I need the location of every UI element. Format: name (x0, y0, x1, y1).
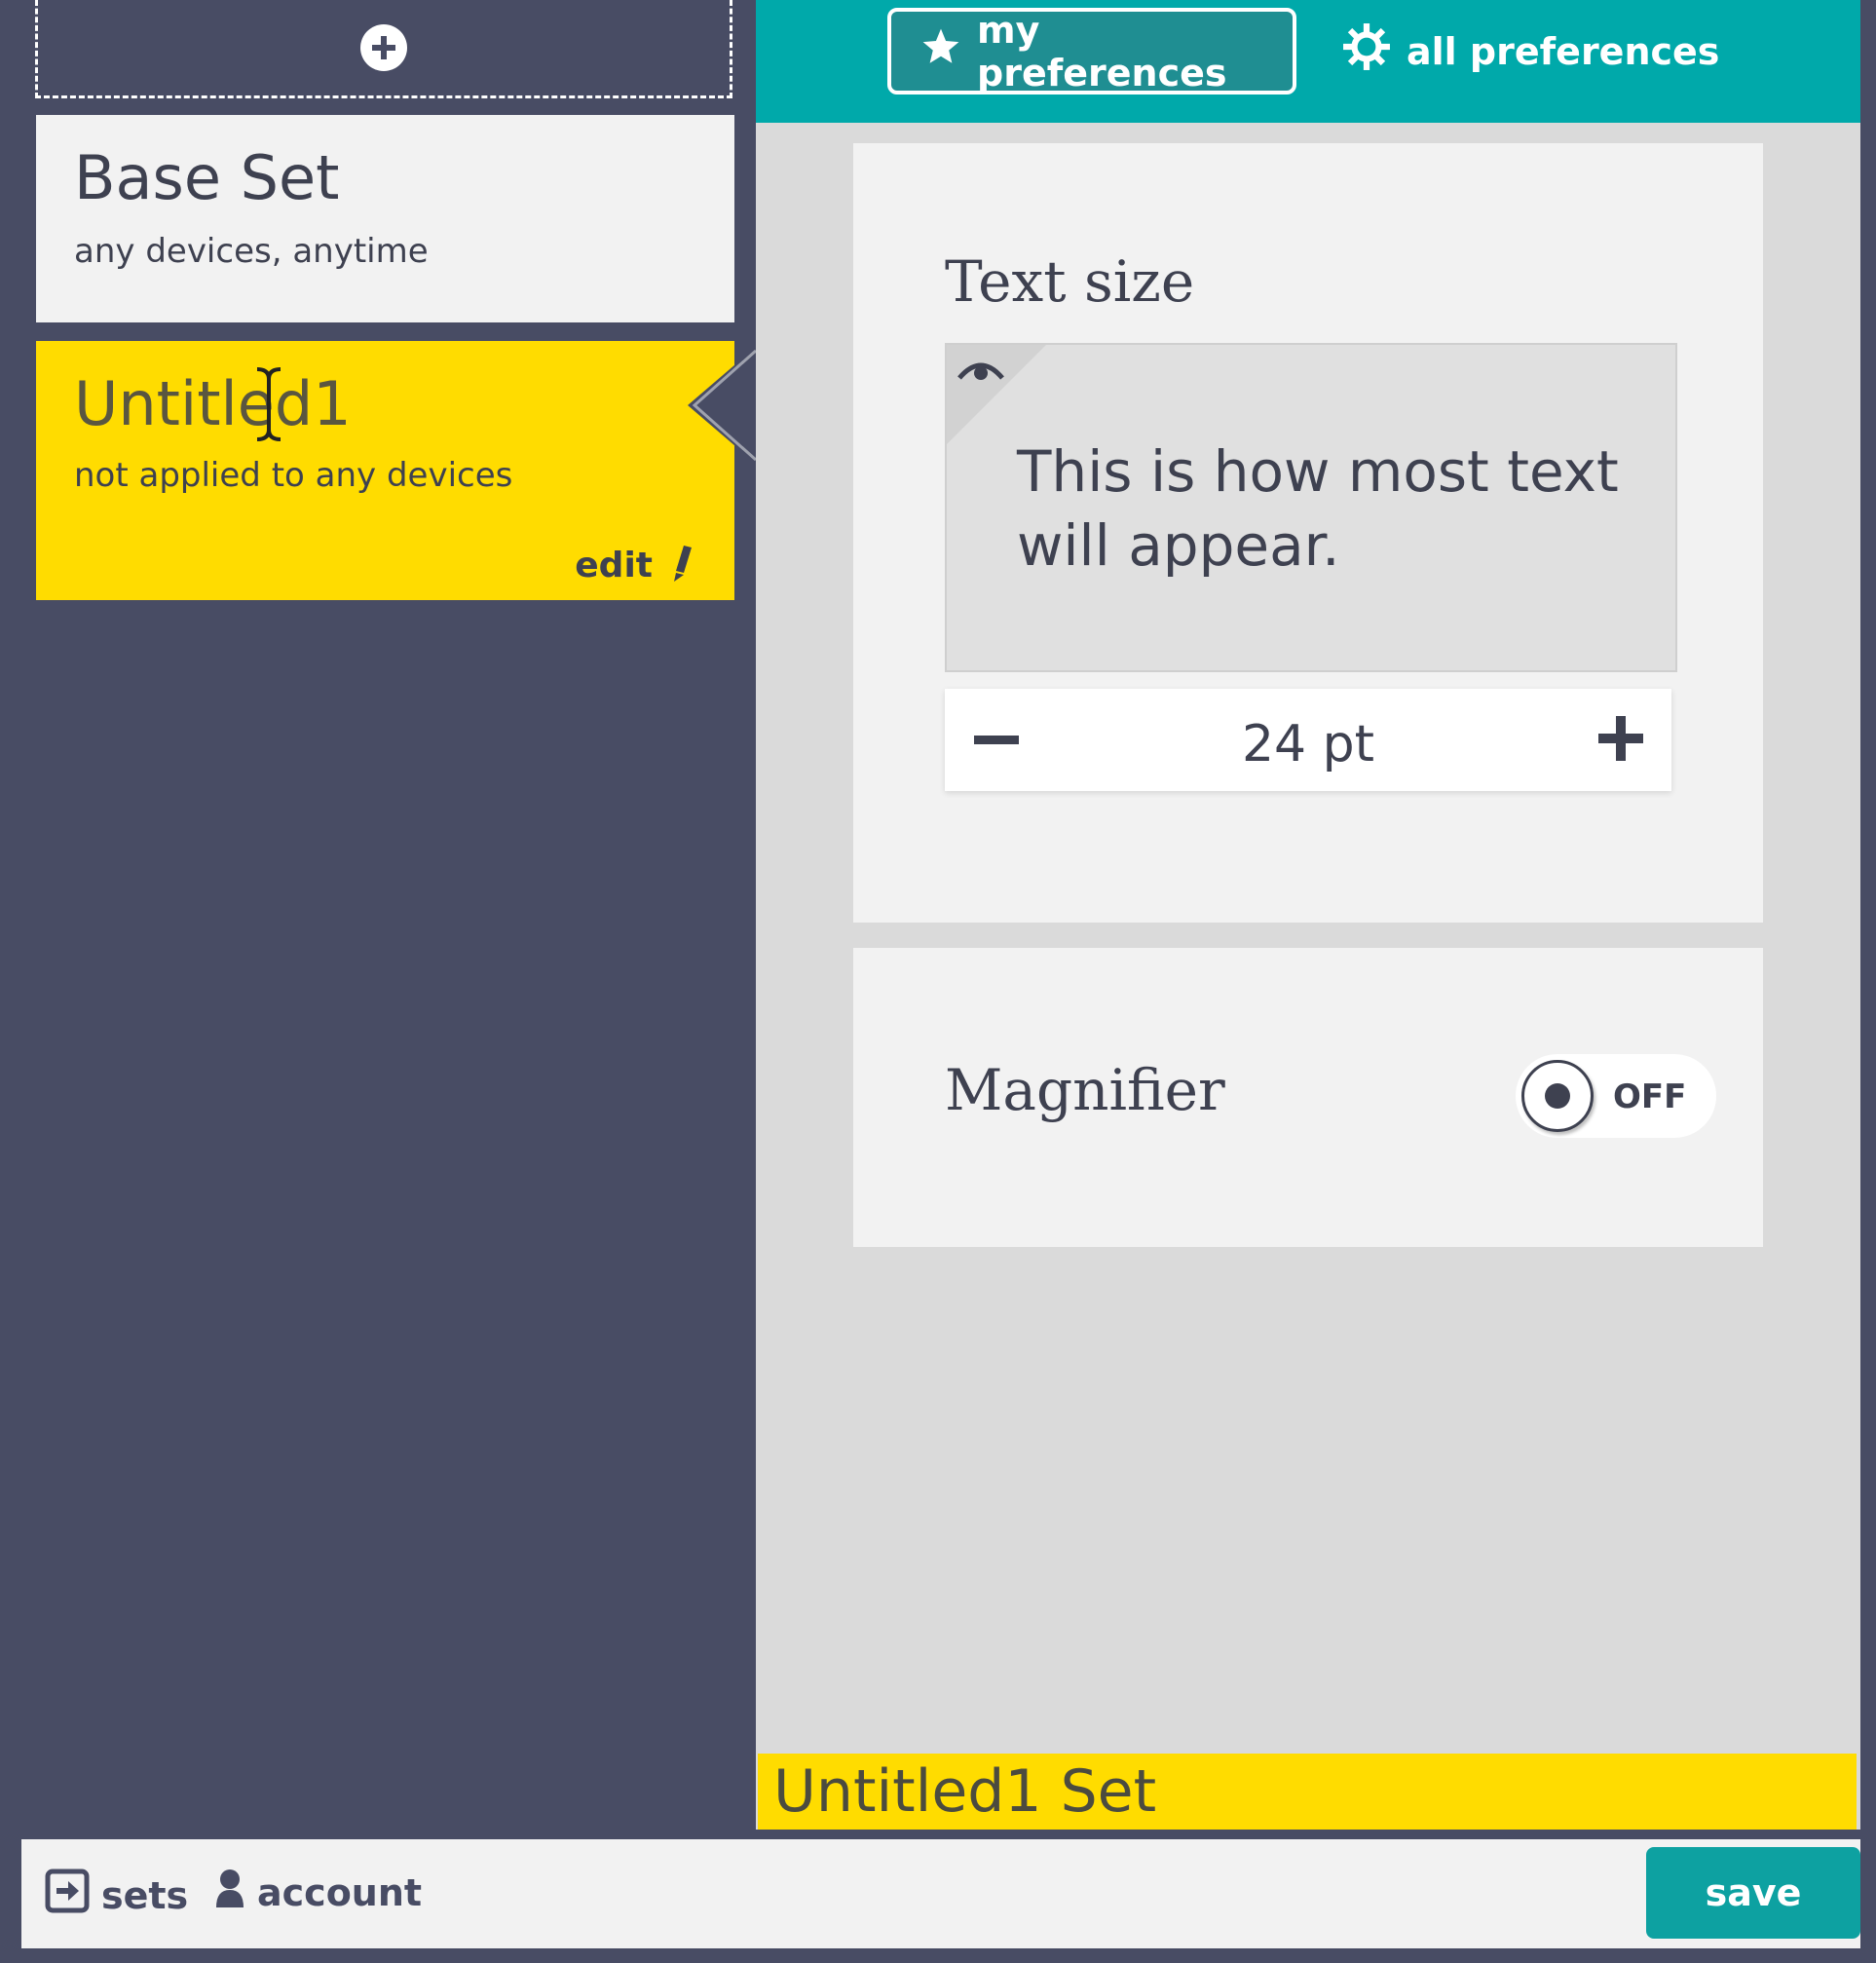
app-frame: Base Set any devices, anytime Untitled1 … (0, 0, 1876, 1963)
footer-bar: sets account save (21, 1839, 1860, 1948)
text-size-heading: Text size (945, 248, 1195, 315)
increase-button[interactable] (1569, 689, 1671, 791)
pencil-icon (670, 544, 695, 586)
sets-icon (45, 1869, 90, 1922)
text-size-stepper: 24 pt (945, 689, 1671, 791)
edit-set-link[interactable]: edit (575, 544, 695, 586)
sets-label: sets (101, 1873, 189, 1917)
magnifier-heading: Magnifier (945, 1057, 1225, 1123)
tab-label: my preferences (977, 8, 1227, 94)
selection-pointer (688, 347, 756, 464)
save-button[interactable]: save (1646, 1847, 1860, 1939)
current-set-banner: Untitled1 Set (758, 1754, 1857, 1830)
magnifier-toggle[interactable]: OFF (1516, 1054, 1716, 1138)
plus-circle-icon (360, 24, 407, 71)
set-card-untitled1[interactable]: Untitled1 not applied to any devices edi… (36, 341, 734, 600)
tab-all-preferences[interactable]: all preferences (1342, 8, 1751, 94)
preferences-tabs: my preferences all preferences (756, 0, 1860, 123)
text-size-preview: This is how most text will appear. (945, 343, 1677, 672)
gear-icon (1342, 22, 1391, 80)
magnifier-card: Magnifier OFF (853, 948, 1763, 1247)
user-icon (214, 1869, 245, 1916)
sets-link[interactable]: sets (45, 1869, 188, 1922)
account-label: account (257, 1870, 423, 1914)
text-cursor-icon (256, 367, 281, 441)
set-subtitle: any devices, anytime (74, 232, 429, 271)
eye-icon (957, 357, 1005, 390)
current-set-label: Untitled1 Set (773, 1757, 1157, 1826)
text-size-card: Text size This is how most text will app… (853, 143, 1763, 923)
preview-text: This is how most text will appear. (1017, 438, 1619, 579)
set-title: Untitled1 (74, 368, 352, 439)
toggle-knob (1521, 1060, 1594, 1132)
plus-icon (1597, 715, 1643, 765)
account-link[interactable]: account (214, 1869, 422, 1916)
set-subtitle: not applied to any devices (74, 456, 513, 495)
add-set-button[interactable] (35, 0, 732, 98)
tab-my-preferences[interactable]: my preferences (887, 8, 1296, 94)
text-size-value: 24 pt (1241, 715, 1375, 774)
edit-label: edit (575, 545, 653, 585)
toggle-state: OFF (1613, 1077, 1687, 1116)
tab-label: all preferences (1407, 29, 1720, 73)
set-title: Base Set (74, 142, 340, 213)
set-card-base[interactable]: Base Set any devices, anytime (36, 115, 734, 322)
star-icon (920, 26, 961, 76)
